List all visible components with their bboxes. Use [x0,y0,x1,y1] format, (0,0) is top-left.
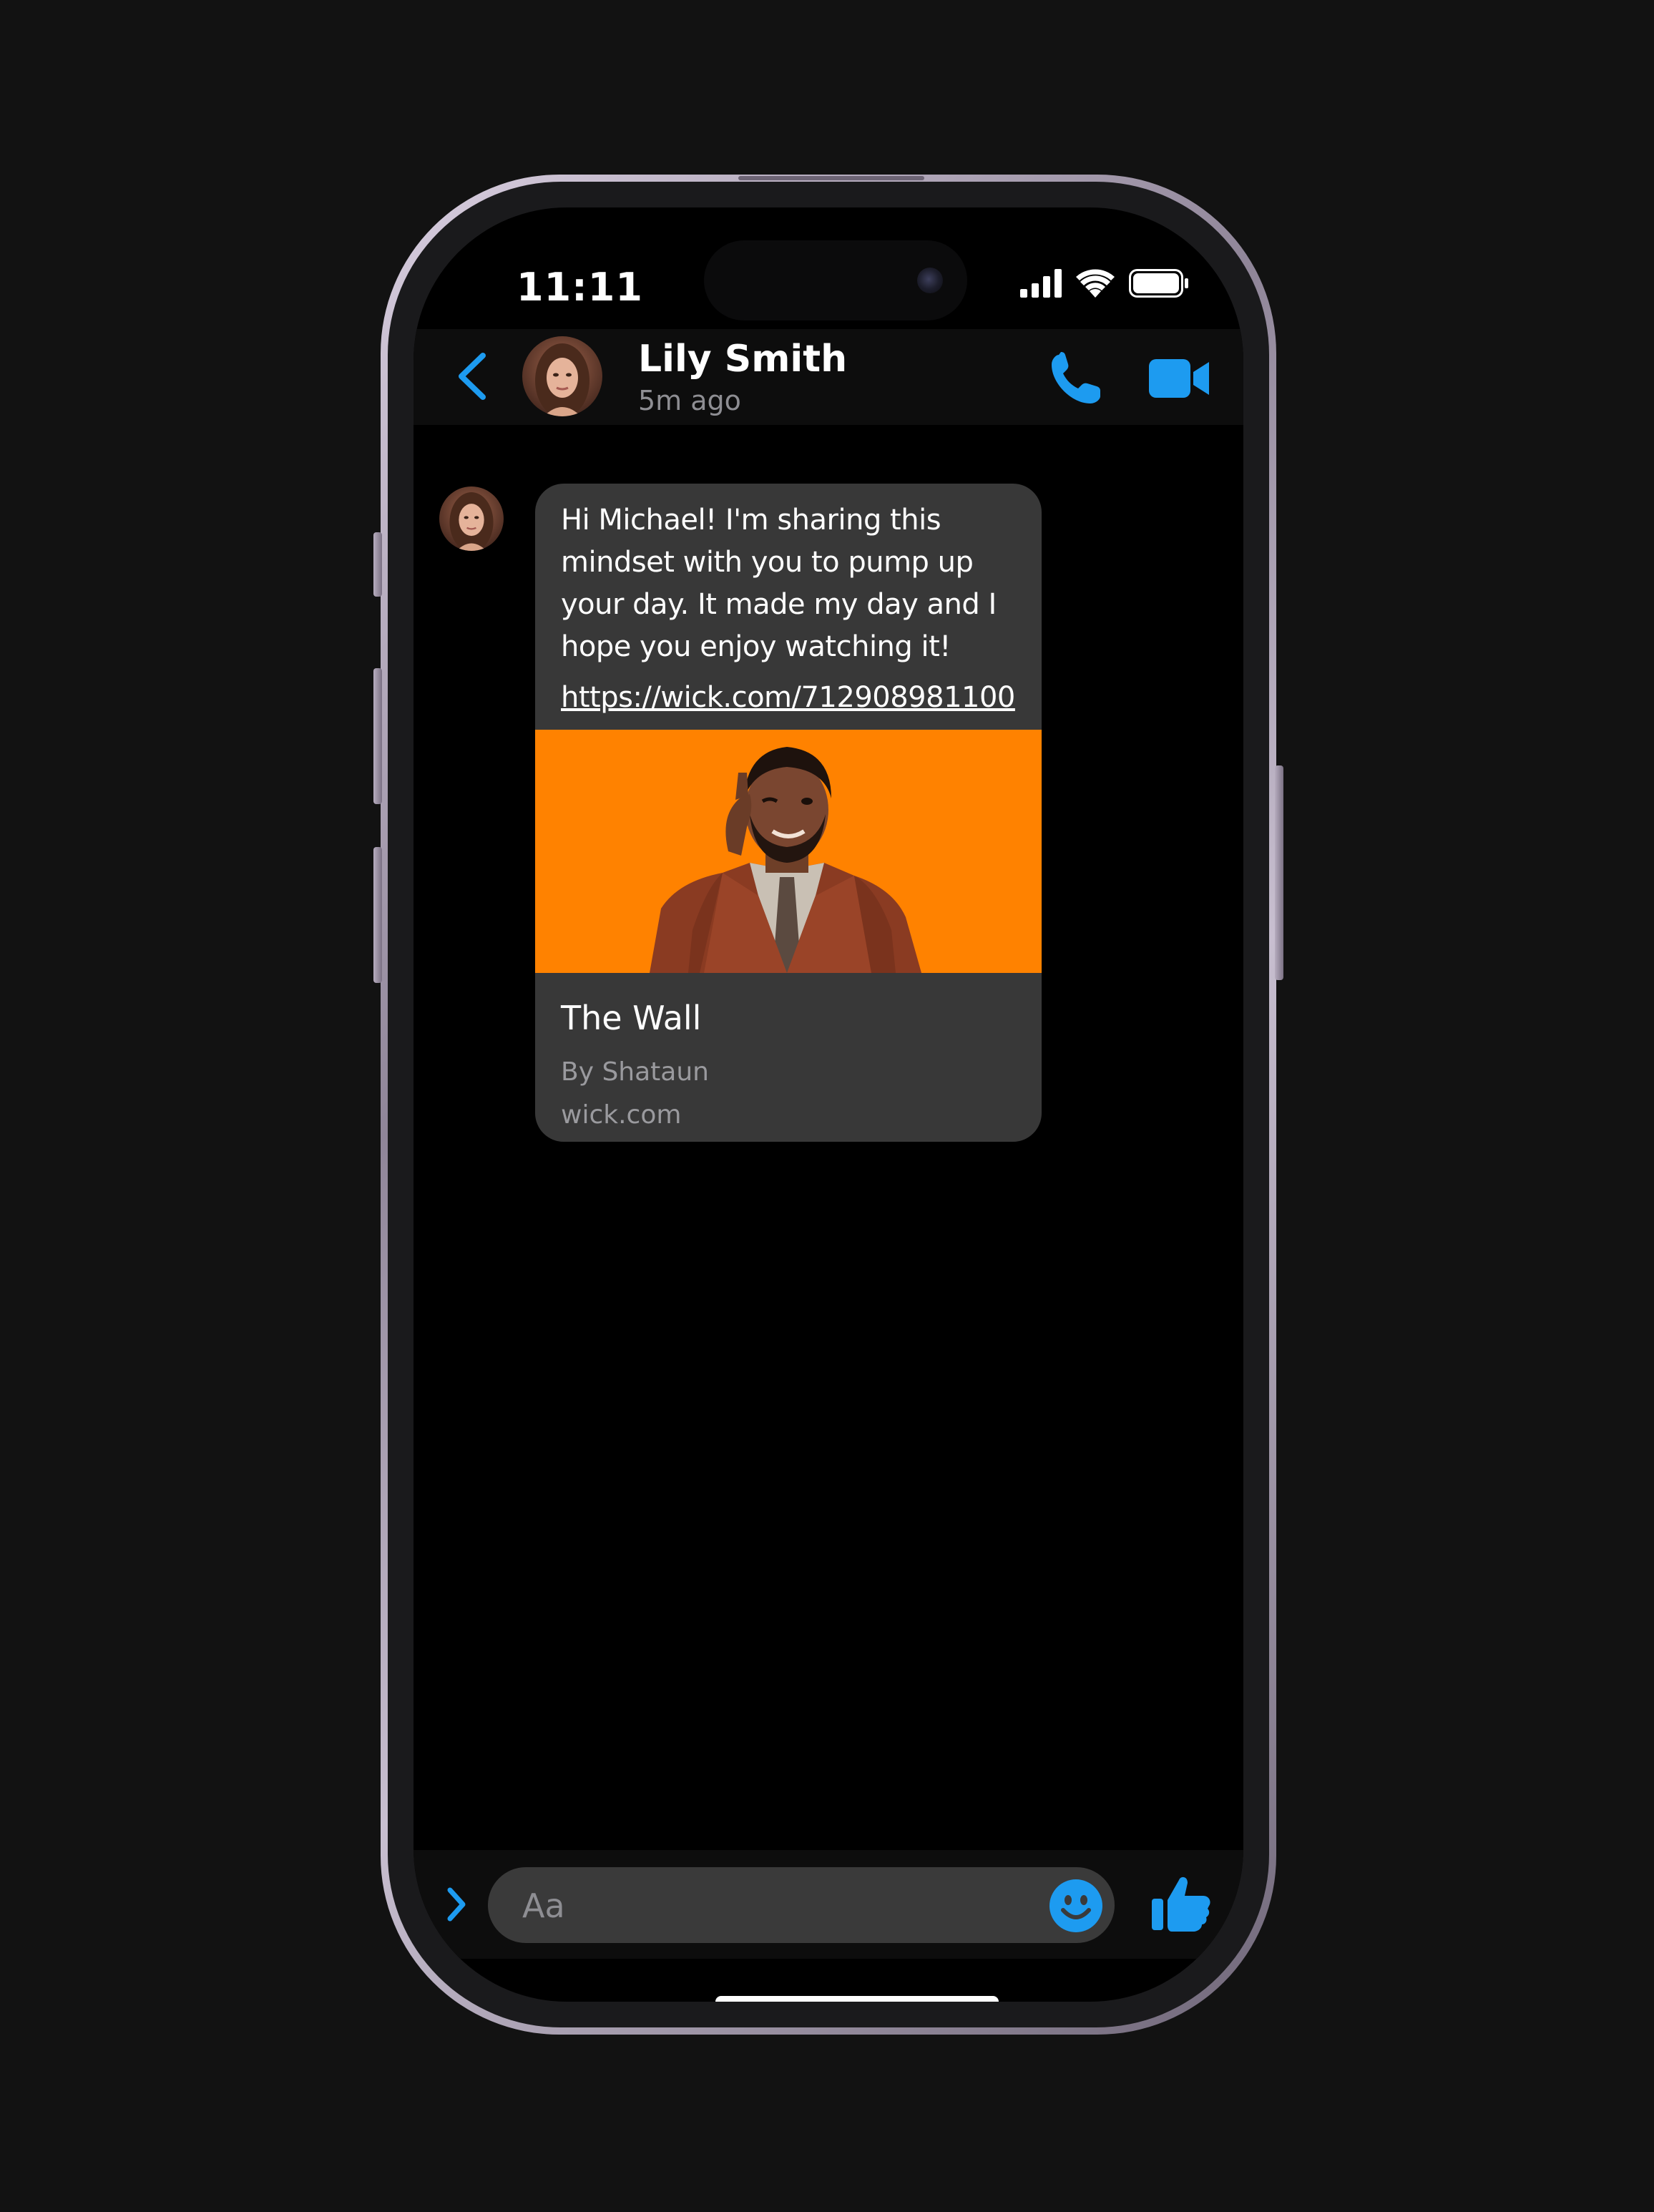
home-indicator[interactable] [715,1996,999,2002]
phone-icon [1052,352,1100,403]
action-button [373,532,382,597]
thumbs-up-icon [1152,1876,1210,1932]
status-icons [1020,269,1189,298]
contact-avatar[interactable] [522,336,602,416]
smiley-icon [1049,1879,1102,1932]
phone-bezel: 11:11 Lily Smith 5m ago Hi Michael! I'm … [388,182,1269,2027]
contact-name[interactable]: Lily Smith [638,338,847,381]
like-button[interactable] [1150,1873,1212,1934]
antenna-band [738,176,924,180]
phone-frame: 11:11 Lily Smith 5m ago Hi Michael! I'm … [373,175,1283,2035]
chevron-left-icon [459,353,486,400]
cellular-signal-icon [1020,269,1062,298]
message-bubble[interactable]: Hi Michael! I'm sharing this mindset wit… [535,484,1042,1142]
expand-actions-button[interactable] [435,1883,478,1926]
chevron-right-icon [447,1887,466,1922]
chat-header: Lily Smith 5m ago [414,329,1243,425]
dynamic-island [704,240,967,320]
message-link[interactable]: https://wick.com/712908981100 [561,677,1015,719]
volume-down-button [373,847,382,983]
contact-last-seen: 5m ago [638,385,741,416]
message-composer [414,1850,1243,1959]
sender-avatar[interactable] [439,486,504,551]
message-input-container [488,1867,1115,1944]
emoji-button[interactable] [1049,1879,1103,1933]
link-preview-image[interactable] [535,730,1042,973]
screen: 11:11 Lily Smith 5m ago Hi Michael! I'm … [414,207,1243,2002]
volume-up-button [373,668,382,804]
battery-icon [1129,269,1188,298]
message-text: Hi Michael! I'm sharing this mindset wit… [561,504,997,663]
video-call-button[interactable] [1147,353,1212,403]
status-time: 11:11 [517,265,643,310]
wifi-icon [1076,269,1115,298]
front-camera [917,268,943,293]
link-preview-domain: wick.com [561,1100,682,1130]
video-camera-icon [1149,359,1209,398]
link-preview-title[interactable]: The Wall [561,999,701,1037]
voice-call-button[interactable] [1047,351,1105,408]
back-button[interactable] [446,348,496,405]
power-button [1275,765,1283,980]
link-preview-author: By Shataun [561,1057,709,1087]
message-input[interactable] [521,1867,1024,1944]
